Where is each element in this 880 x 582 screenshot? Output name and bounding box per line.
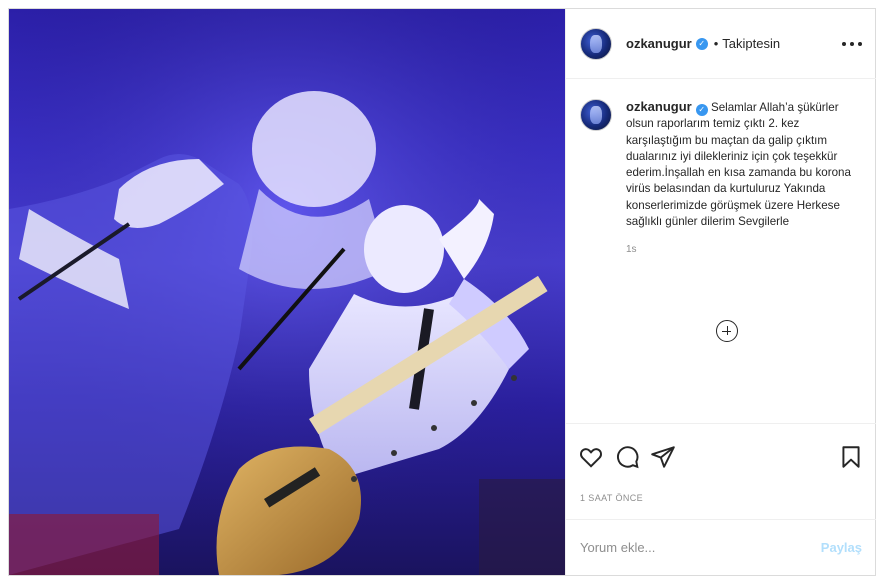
post-timestamp[interactable]: 1 SAAT ÖNCE [580,493,643,503]
follow-status-button[interactable]: Takiptesin [722,36,780,51]
comment-icon[interactable] [614,444,640,470]
more-dots-icon[interactable] [842,37,862,51]
caption-author-avatar[interactable] [580,99,612,131]
paper-plane-icon[interactable] [650,444,676,470]
caption-age[interactable]: 1s [626,242,866,258]
load-more-comments-plus-circle-icon[interactable] [716,320,738,342]
post-modal: ozkanugur ✓ • Takiptesin ozkanugur ✓ Sela… [8,8,876,576]
bookmark-icon[interactable] [838,444,864,470]
share-comment-button[interactable]: Paylaş [821,540,862,555]
caption-username[interactable]: ozkanugur [626,99,692,114]
author-avatar[interactable] [580,27,612,60]
comment-input[interactable] [580,540,821,555]
post-header: ozkanugur ✓ • Takiptesin [566,9,876,79]
verified-badge-icon: ✓ [695,37,708,50]
header-dot-separator: • [713,36,719,51]
comment-bar: Paylaş [566,519,876,575]
heart-icon[interactable] [578,444,604,470]
concert-photo-illustration [9,9,565,575]
action-bar [566,423,876,489]
post-side-panel: ozkanugur ✓ • Takiptesin ozkanugur ✓ Sela… [565,9,876,575]
caption-text: Selamlar Allah’a şükürler olsun raporlar… [626,101,851,229]
caption-body: ozkanugur ✓ Selamlar Allah’a şükürler ols… [626,99,866,259]
post-photo[interactable] [9,9,565,575]
post-caption: ozkanugur ✓ Selamlar Allah’a şükürler ols… [580,99,866,259]
author-username[interactable]: ozkanugur [626,36,692,51]
caption-verified-badge-icon: ✓ [695,104,708,116]
